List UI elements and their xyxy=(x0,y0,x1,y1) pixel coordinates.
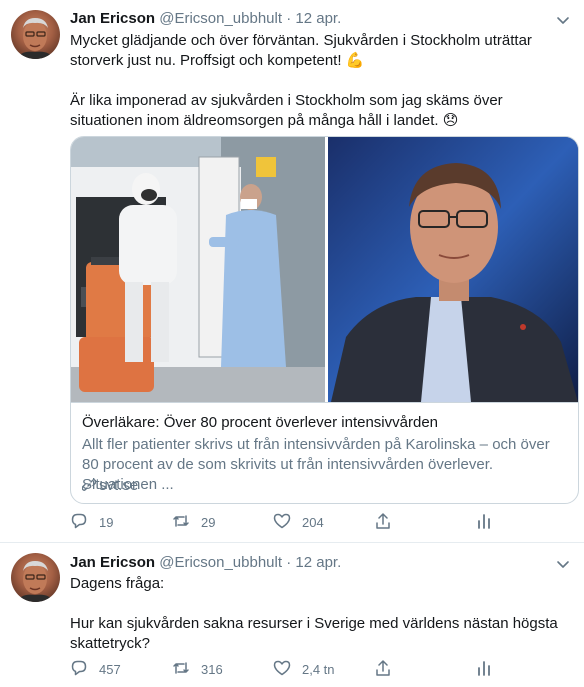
tweet-paragraph: Är lika imponerad av sjukvården i Stockh… xyxy=(70,92,503,129)
chevron-down-icon[interactable] xyxy=(554,11,572,29)
tweet-date[interactable]: 12 apr. xyxy=(295,10,341,27)
card-body: Överläkare: Över 80 procent överlever in… xyxy=(71,402,578,494)
reply-button[interactable]: 457 xyxy=(70,659,121,679)
reply-icon xyxy=(70,659,88,680)
like-button[interactable]: 2,4 tn xyxy=(273,659,335,679)
reply-count: 19 xyxy=(99,514,114,530)
card-domain[interactable]: svt.se xyxy=(81,476,139,496)
tweet-paragraph: Hur kan sjukvården sakna resurser i Sver… xyxy=(70,615,558,652)
tweet-header: Jan Ericson @Ericson_ubbhult · 12 apr. xyxy=(70,9,341,29)
separator: · xyxy=(286,10,292,27)
retweet-button[interactable]: 29 xyxy=(172,512,215,532)
author-name[interactable]: Jan Ericson xyxy=(70,10,155,27)
tweet-date[interactable]: 12 apr. xyxy=(295,554,341,571)
card-title[interactable]: Överläkare: Över 80 procent överlever in… xyxy=(82,413,438,433)
tweet-paragraph: Mycket glädjande och över förväntan. Sju… xyxy=(70,32,532,69)
share-icon xyxy=(374,512,392,533)
link-icon xyxy=(81,478,97,492)
reply-count: 457 xyxy=(99,661,121,677)
like-button[interactable]: 204 xyxy=(273,512,324,532)
tweet-text: Mycket glädjande och över förväntan. Sju… xyxy=(70,31,570,131)
tweet[interactable]: Jan Ericson @Ericson_ubbhult · 12 apr. D… xyxy=(0,543,584,687)
share-button[interactable] xyxy=(374,659,392,679)
disappointed-face-emoji: 😞 xyxy=(442,112,459,129)
card-description: Allt fler patienter skrivs ut från inten… xyxy=(82,436,550,493)
like-count: 204 xyxy=(302,514,324,530)
tweet-paragraph: Dagens fråga: xyxy=(70,575,165,592)
chevron-down-icon[interactable] xyxy=(554,555,572,573)
separator: · xyxy=(286,554,292,571)
tweet-text: Dagens fråga: Hur kan sjukvården sakna r… xyxy=(70,574,570,654)
avatar[interactable] xyxy=(11,10,60,59)
reply-icon xyxy=(70,512,88,533)
tweet-header: Jan Ericson @Ericson_ubbhult · 12 apr. xyxy=(70,553,341,573)
card-domain-text: svt.se xyxy=(99,477,139,494)
author-handle[interactable]: @Ericson_ubbhult xyxy=(159,554,282,571)
link-card[interactable]: Överläkare: Över 80 procent överlever in… xyxy=(70,136,579,504)
like-count: 2,4 tn xyxy=(302,661,335,677)
tweet-actions: 457 316 2,4 tn xyxy=(70,659,510,679)
analytics-button[interactable] xyxy=(475,512,493,532)
reply-button[interactable]: 19 xyxy=(70,512,113,532)
retweet-icon xyxy=(172,512,190,533)
author-handle[interactable]: @Ericson_ubbhult xyxy=(159,10,282,27)
analytics-button[interactable] xyxy=(475,659,493,679)
avatar[interactable] xyxy=(11,553,60,602)
share-icon xyxy=(374,659,392,680)
like-icon xyxy=(273,659,291,680)
retweet-button[interactable]: 316 xyxy=(172,659,223,679)
retweet-count: 316 xyxy=(201,661,223,677)
analytics-icon xyxy=(475,659,493,680)
author-name[interactable]: Jan Ericson xyxy=(70,554,155,571)
like-icon xyxy=(273,512,291,533)
card-image xyxy=(71,137,578,402)
share-button[interactable] xyxy=(374,512,392,532)
retweet-count: 29 xyxy=(201,514,216,530)
retweet-icon xyxy=(172,659,190,680)
analytics-icon xyxy=(475,512,493,533)
flexed-biceps-emoji: 💪 xyxy=(345,52,365,69)
tweet[interactable]: Jan Ericson @Ericson_ubbhult · 12 apr. M… xyxy=(0,0,584,543)
tweet-actions: 19 29 204 xyxy=(70,512,510,532)
